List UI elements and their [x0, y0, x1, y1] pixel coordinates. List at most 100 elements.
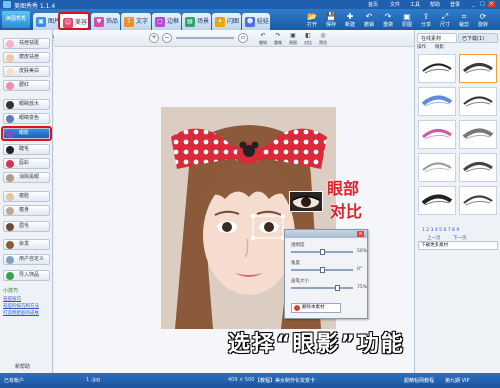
- download-more-box[interactable]: 下载更多素材: [418, 241, 498, 250]
- left-item-lips[interactable]: 唇彩: [3, 158, 50, 169]
- left-item-hair-dye[interactable]: 染发: [3, 239, 50, 250]
- fit-icon[interactable]: ▫: [238, 33, 248, 43]
- lashes-icon: [6, 146, 14, 154]
- tab-doll[interactable]: ☻ 娃娃: [242, 13, 270, 30]
- menu-login[interactable]: 登录: [450, 1, 460, 8]
- menu-help[interactable]: 帮助: [430, 1, 440, 8]
- maximize-button[interactable]: □: [479, 1, 486, 7]
- tab-online-materials[interactable]: 在线素材: [417, 33, 457, 43]
- status-link-2[interactable]: 第九期 VIP: [445, 377, 470, 384]
- tab-text[interactable]: T 文字: [121, 13, 151, 30]
- tab-accessories[interactable]: ♥ 饰品: [91, 13, 120, 30]
- tab-flash[interactable]: ✦ 闪图: [212, 13, 241, 30]
- canvas-toolbar: + − ▫ ↶ 撤销 ↷ 重做 ▣ 原图 ◧ 对比 ◎ 预览: [54, 30, 414, 47]
- size-button[interactable]: ⤢ 尺寸: [436, 12, 454, 29]
- left-item-whiten[interactable]: 皮肤美白: [3, 66, 50, 77]
- menu-home[interactable]: 首页: [368, 1, 378, 8]
- tab-frame[interactable]: ▢ 边框: [152, 13, 181, 30]
- brush-size-slider[interactable]: [291, 285, 353, 291]
- tab-scene[interactable]: ▤ 场景: [182, 13, 211, 30]
- undo-icon: ↶: [260, 32, 266, 39]
- import-accessory-button[interactable]: 导入饰品: [3, 270, 50, 281]
- status-account[interactable]: 已有帐户: [4, 377, 24, 384]
- zoom-in-icon[interactable]: +: [149, 33, 159, 43]
- left-item-acne[interactable]: 祛痘祛斑: [3, 38, 50, 49]
- canvas-redo-button[interactable]: ↷ 重做: [271, 32, 285, 46]
- canvas-original-button[interactable]: ▣ 原图: [286, 32, 300, 46]
- material-thumb[interactable]: [459, 87, 497, 116]
- material-thumb[interactable]: [459, 54, 497, 83]
- redo-icon: ↷: [384, 12, 392, 21]
- subtab-ops[interactable]: 操作: [417, 44, 426, 50]
- adjust-panel: × 透明度 50% 角度 0° 画笔大小 75% 删除本素材: [284, 229, 368, 319]
- undo-button[interactable]: ↶ 撤销: [360, 12, 378, 29]
- brush-size-knob[interactable]: [335, 285, 340, 291]
- open-button[interactable]: 📂 打开: [303, 12, 321, 29]
- status-tutorial-link[interactable]: 【教程】美女制作化妆变卡: [255, 377, 315, 384]
- new-button[interactable]: ✚ 新建: [341, 12, 359, 29]
- delete-icon: [294, 305, 300, 311]
- pagination[interactable]: 1 2 3 4 5 6 7 8 9: [422, 228, 459, 233]
- material-thumb[interactable]: [418, 120, 456, 149]
- caption-overlay: 选择“眼影”功能: [228, 332, 405, 357]
- crop-button[interactable]: ⌗ 裁剪: [455, 12, 473, 29]
- menu-file[interactable]: 文件: [390, 1, 400, 8]
- delete-material-button[interactable]: 删除本素材: [291, 303, 341, 313]
- left-footer[interactable]: 新帮助: [15, 363, 30, 370]
- left-item-slim-body[interactable]: 瘦身: [3, 205, 50, 216]
- scene-icon: ▤: [185, 17, 195, 27]
- tab-beauty[interactable]: ☺ 美容: [58, 12, 90, 30]
- left-item-eye-enlarge[interactable]: 眼睛放大: [3, 99, 50, 110]
- material-thumb[interactable]: [459, 186, 497, 215]
- left-item-custom[interactable]: 用户自定义: [3, 254, 50, 265]
- angle-value: 0°: [357, 267, 363, 272]
- status-dimensions: 409 × 500: [228, 377, 255, 383]
- rotate-button[interactable]: ⟳ 旋转: [474, 12, 492, 29]
- compare-icon: ◧: [305, 32, 311, 39]
- left-item-eye-color[interactable]: 眼睛变色: [3, 113, 50, 124]
- tip-link-1[interactable]: 祛痘技巧: [3, 296, 21, 302]
- material-thumb[interactable]: [418, 87, 456, 116]
- left-item-blush[interactable]: 腮红: [3, 80, 50, 91]
- close-button[interactable]: ×: [488, 1, 495, 7]
- resize-icon: ⤢: [441, 12, 449, 21]
- left-item-slim-face[interactable]: 瘦脸: [3, 191, 50, 202]
- angle-slider[interactable]: [291, 267, 353, 273]
- eyeshadow-sample-icon: [463, 63, 493, 74]
- opacity-knob[interactable]: [320, 249, 325, 255]
- left-item-eyeshadow[interactable]: 眼影: [3, 128, 50, 139]
- lips-icon: [6, 160, 14, 168]
- share-button[interactable]: ⇪ 分享: [417, 12, 435, 29]
- original-button[interactable]: ▣ 原图: [398, 12, 416, 29]
- status-link-1[interactable]: 超精帖网教程: [404, 377, 434, 384]
- left-item-smooth[interactable]: 磨皮祛痘: [3, 52, 50, 63]
- panel-close-icon[interactable]: ×: [357, 231, 364, 237]
- tip-link-2[interactable]: 祛痘的技巧和方法: [3, 303, 39, 309]
- minimize-button[interactable]: _: [470, 1, 477, 7]
- body-slim-icon: [6, 207, 14, 215]
- flash-icon: ✦: [215, 17, 225, 27]
- status-bar: 已有帐户 1 .jpg 409 × 500 【教程】美女制作化妆变卡 超精帖网教…: [0, 373, 500, 388]
- eyeshadow-sample-icon: [421, 95, 453, 107]
- angle-knob[interactable]: [320, 267, 325, 273]
- canvas-compare-button[interactable]: ◧ 对比: [301, 32, 315, 46]
- material-thumb[interactable]: [418, 54, 456, 83]
- zoom-slider[interactable]: [176, 37, 234, 39]
- opacity-slider[interactable]: [291, 249, 353, 255]
- redo-button[interactable]: ↷ 重做: [379, 12, 397, 29]
- subtab-eyeshadow[interactable]: 眼影: [435, 44, 444, 50]
- tab-downloaded[interactable]: 已下载(1): [458, 33, 498, 43]
- menu-tools[interactable]: 工具: [410, 1, 420, 8]
- tip-link-3[interactable]: 打造明星般的皮肤: [3, 310, 39, 316]
- canvas-preview-button[interactable]: ◎ 预览: [316, 32, 330, 46]
- material-thumb[interactable]: [418, 186, 456, 215]
- material-thumb[interactable]: [418, 153, 456, 182]
- left-item-brow[interactable]: 眉毛: [3, 221, 50, 232]
- material-thumb[interactable]: [459, 153, 497, 182]
- left-item-dark-circle[interactable]: 消除黑眼: [3, 172, 50, 183]
- zoom-out-icon[interactable]: −: [162, 33, 172, 43]
- save-button[interactable]: 💾 保存: [322, 12, 340, 29]
- left-item-lashes[interactable]: 睫毛: [3, 144, 50, 155]
- material-thumb[interactable]: [459, 120, 497, 149]
- canvas-undo-button[interactable]: ↶ 撤销: [256, 32, 270, 46]
